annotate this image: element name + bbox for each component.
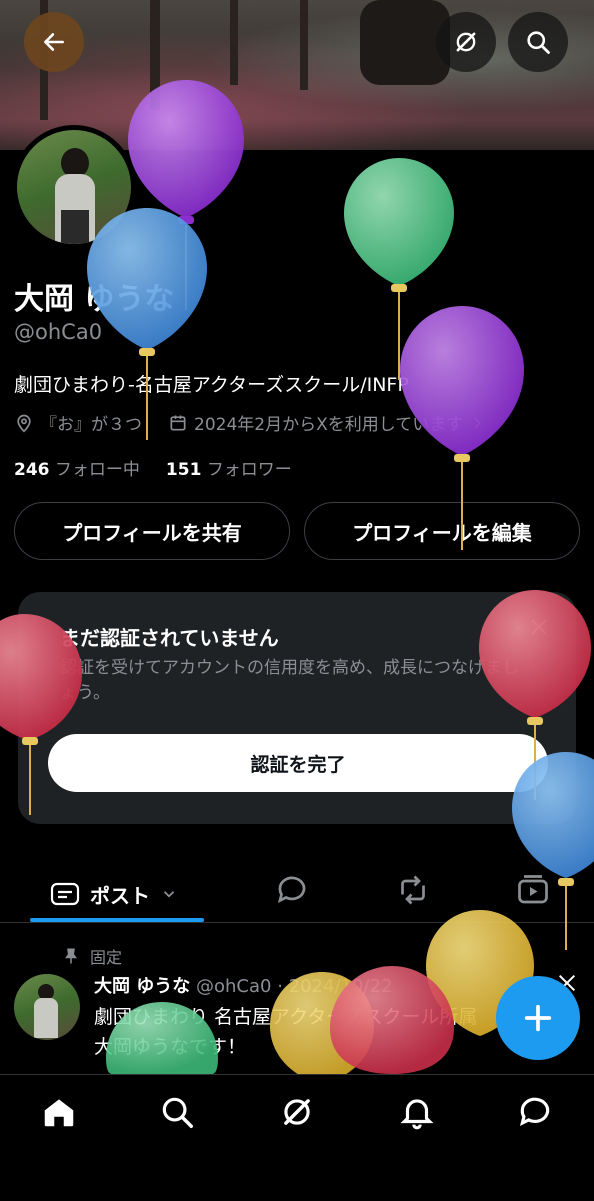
followers-label: フォロワー bbox=[206, 460, 292, 480]
tab-media[interactable] bbox=[514, 872, 552, 912]
tab-replies[interactable] bbox=[274, 872, 310, 912]
tab-posts-label: ポスト bbox=[90, 883, 150, 908]
banner-detail bbox=[150, 0, 160, 110]
post-meta: @ohCa0 · 2024/10/22 bbox=[196, 976, 393, 997]
followers-link[interactable]: 151 フォロワー bbox=[166, 455, 292, 480]
balloon-blue bbox=[87, 208, 207, 440]
reply-icon bbox=[277, 876, 306, 904]
post-author[interactable]: 大岡 ゆうな bbox=[94, 976, 190, 997]
nav-home[interactable] bbox=[40, 1093, 78, 1135]
followers-count: 151 bbox=[165, 460, 202, 480]
messages-icon bbox=[519, 1097, 550, 1127]
back-button[interactable] bbox=[24, 12, 84, 72]
location-icon bbox=[17, 414, 31, 433]
grok-button[interactable] bbox=[436, 12, 496, 72]
verify-close-button[interactable] bbox=[528, 616, 550, 642]
profile-name: 大岡 ゆうな bbox=[14, 282, 175, 317]
tab-divider bbox=[0, 922, 594, 923]
arrow-left-icon bbox=[44, 33, 64, 51]
profile-meta-row: 『お』が３つ 2024年2月からXを利用しています bbox=[14, 410, 485, 435]
profile-avatar[interactable] bbox=[12, 125, 136, 249]
home-icon bbox=[44, 1099, 74, 1127]
post-header: 大岡 ゆうな @ohCa0 · 2024/10/22 bbox=[94, 972, 392, 998]
close-icon bbox=[531, 619, 547, 635]
grok-icon bbox=[284, 1099, 310, 1125]
nav-search[interactable] bbox=[158, 1093, 196, 1135]
search-icon bbox=[162, 1097, 193, 1128]
chevron-right-icon[interactable] bbox=[469, 415, 485, 431]
nav-messages[interactable] bbox=[516, 1093, 554, 1135]
compose-button[interactable] bbox=[496, 976, 580, 1060]
verify-title: まだ認証されていません bbox=[60, 626, 279, 650]
balloon-green bbox=[344, 158, 454, 380]
banner-detail bbox=[230, 0, 238, 85]
repost-icon bbox=[401, 875, 425, 905]
pinned-label: 固定 bbox=[90, 948, 123, 967]
post-text-line: 劇団ひまわり 名古屋アクターズスクール所属 bbox=[94, 1006, 478, 1028]
profile-bio: 劇団ひまわり-名古屋アクターズスクール/INFP bbox=[14, 374, 409, 396]
tab-posts[interactable]: ポスト bbox=[30, 866, 204, 922]
post-text-line: 大岡ゆうなです！ bbox=[94, 1036, 247, 1058]
banner-detail bbox=[300, 0, 308, 90]
notifications-icon bbox=[400, 1099, 434, 1130]
following-count: 246 bbox=[14, 460, 50, 480]
following-link[interactable]: 246 フォロー中 bbox=[14, 455, 140, 480]
pinned-indicator: 固定 bbox=[62, 944, 122, 968]
media-icon bbox=[518, 875, 548, 904]
chevron-down-icon bbox=[163, 891, 175, 898]
grok-icon bbox=[456, 32, 476, 52]
edit-profile-button[interactable]: プロフィールを編集 bbox=[304, 502, 580, 560]
share-profile-button[interactable]: プロフィールを共有 bbox=[14, 502, 290, 560]
calendar-icon bbox=[170, 415, 186, 430]
search-icon bbox=[527, 31, 550, 54]
post-avatar[interactable] bbox=[14, 974, 80, 1040]
tab-reposts[interactable] bbox=[394, 872, 432, 912]
pin-icon bbox=[65, 948, 77, 964]
plus-icon bbox=[524, 1004, 552, 1032]
search-button[interactable] bbox=[508, 12, 568, 72]
profile-location: 『お』が３つ bbox=[40, 415, 142, 435]
verify-complete-button[interactable]: 認証を完了 bbox=[48, 734, 548, 792]
nav-grok[interactable] bbox=[278, 1093, 316, 1135]
post-text: 劇団ひまわり 名古屋アクターズスクール所属 大岡ゆうなです！ bbox=[94, 1002, 477, 1062]
nav-notifications[interactable] bbox=[398, 1093, 436, 1135]
follow-stats: 246 フォロー中 151 フォロワー bbox=[14, 455, 292, 480]
verify-body: 認証を受けてアカウントの信用度を高め、成長につなげましょう。 bbox=[60, 658, 519, 703]
posts-tab-icon bbox=[50, 882, 80, 906]
profile-joined: 2024年2月からXを利用しています bbox=[194, 415, 464, 435]
bottom-nav bbox=[0, 1074, 594, 1201]
profile-handle: @ohCa0 bbox=[14, 320, 103, 344]
following-label: フォロー中 bbox=[54, 460, 140, 480]
